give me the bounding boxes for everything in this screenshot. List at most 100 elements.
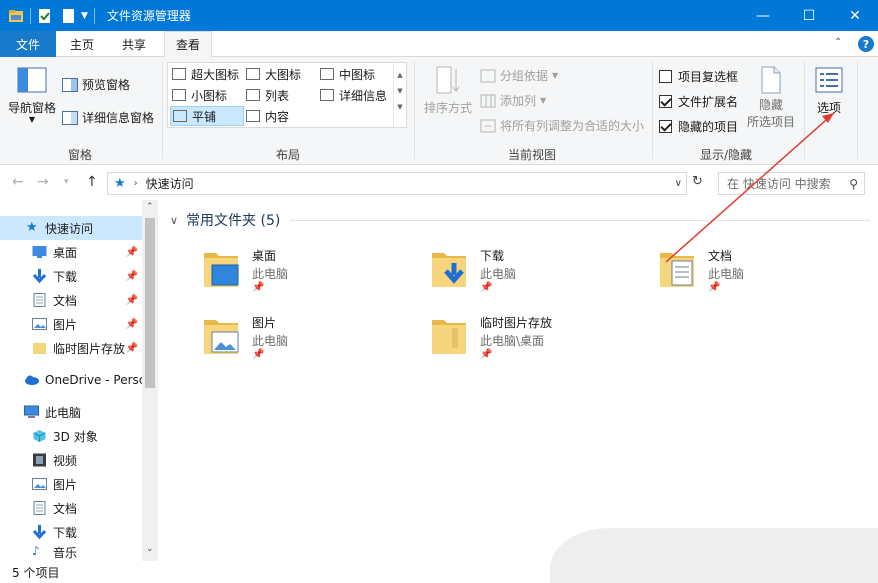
recent-locations-icon[interactable]: ▾ — [64, 177, 69, 187]
dropdown-arrow-icon: ▼ — [552, 71, 559, 80]
fit-columns-button[interactable]: 将所有列调整为合适的大小 — [480, 117, 644, 134]
nav-item-pc-downloads[interactable]: 下载 — [0, 520, 142, 544]
nav-item-temp-pictures[interactable]: 临时图片存放 📌 — [0, 336, 142, 360]
layout-medium-icons[interactable]: 中图标 — [320, 64, 375, 84]
back-arrow-icon[interactable]: ← — [12, 174, 24, 190]
nav-item-3d-objects[interactable]: 3D 对象 — [0, 424, 142, 448]
hide-selected-button[interactable]: 隐藏 所选项目 — [744, 65, 798, 135]
close-button[interactable]: ✕ — [832, 0, 878, 31]
nav-item-downloads[interactable]: 下载 📌 — [0, 264, 142, 288]
download-arrow-icon — [32, 525, 47, 539]
hide-selected-label-1: 隐藏 — [758, 98, 783, 112]
item-checkboxes-checkbox[interactable] — [659, 70, 672, 83]
nav-item-desktop[interactable]: 桌面 📌 — [0, 240, 142, 264]
separator — [414, 61, 415, 159]
item-checkboxes-toggle[interactable]: 项目复选框 — [659, 68, 738, 85]
folder-tile-temp-pictures[interactable]: 临时图片存放 此电脑\桌面 📌 — [430, 312, 650, 368]
chevron-down-icon[interactable]: ∨ — [170, 214, 178, 227]
file-extensions-toggle[interactable]: 文件扩展名 — [659, 93, 738, 110]
layout-large-icons[interactable]: 大图标 — [246, 64, 301, 84]
properties-icon[interactable] — [37, 8, 53, 24]
dropdown-arrow-icon: ▼ — [540, 96, 547, 105]
navigation-pane-scrollbar[interactable]: ⌃ ⌄ — [142, 200, 158, 561]
nav-item-quick-access[interactable]: ★ 快速访问 — [0, 216, 142, 240]
layout-tiles[interactable]: 平铺 — [170, 106, 244, 126]
tab-home[interactable]: 主页 — [58, 31, 106, 57]
sort-by-button[interactable]: 排序方式 — [420, 65, 476, 135]
download-arrow-icon — [32, 269, 47, 283]
maximize-button[interactable]: ☐ — [786, 0, 832, 31]
scrollbar-thumb[interactable] — [145, 218, 155, 388]
nav-item-videos[interactable]: 视频 — [0, 448, 142, 472]
scroll-down-icon[interactable]: ⌄ — [146, 544, 154, 554]
nav-pane-label: 导航窗格 — [7, 101, 56, 115]
hidden-items-checkbox[interactable] — [659, 120, 672, 133]
address-dropdown-icon[interactable]: ∨ — [675, 178, 682, 189]
nav-item-documents[interactable]: 文档 📌 — [0, 288, 142, 312]
pin-icon: 📌 — [708, 282, 721, 293]
scroll-up-icon[interactable]: ⌃ — [146, 202, 154, 212]
help-icon[interactable]: ? — [858, 36, 874, 52]
nav-item-pc-pictures[interactable]: 图片 — [0, 472, 142, 496]
layout-details[interactable]: 详细信息 — [320, 85, 387, 105]
nav-label: 此电脑 — [45, 405, 82, 420]
file-extensions-checkbox[interactable] — [659, 95, 672, 108]
layout-content[interactable]: 内容 — [246, 106, 289, 126]
tab-share[interactable]: 共享 — [110, 31, 158, 57]
file-list: ∨ 常用文件夹 (5) 桌面 此电脑 📌 下载 此电脑 📌 文档 此电脑 📌 图… — [160, 200, 878, 561]
layout-label: 小图标 — [191, 88, 228, 103]
nav-label: 图片 — [53, 317, 78, 332]
nav-label: 视频 — [53, 453, 78, 468]
cube-3d-icon — [33, 430, 46, 442]
minimize-button[interactable]: — — [740, 0, 786, 31]
folder-app-icon — [9, 9, 23, 22]
up-arrow-icon[interactable]: ↑ — [86, 174, 98, 190]
content-icon — [246, 110, 260, 122]
picture-icon — [32, 318, 47, 330]
separator — [30, 7, 31, 24]
frequent-folders-group-header[interactable]: ∨ 常用文件夹 (5) — [170, 210, 280, 230]
folder-icon — [33, 343, 46, 354]
refresh-icon[interactable]: ↻ — [692, 174, 703, 189]
pin-icon: 📌 — [125, 342, 138, 354]
hidden-items-label: 隐藏的项目 — [678, 120, 739, 134]
group-by-button[interactable]: 分组依据 ▼ — [480, 67, 558, 84]
nav-item-this-pc[interactable]: 此电脑 — [0, 400, 142, 424]
collapse-ribbon-icon[interactable]: ⌃ — [834, 37, 842, 48]
layout-list[interactable]: 列表 — [246, 85, 289, 105]
add-columns-button[interactable]: 添加列 ▼ — [480, 92, 546, 109]
cloud-icon — [25, 375, 39, 385]
search-icon[interactable]: ⚲ — [849, 177, 858, 191]
folder-tile-pictures[interactable]: 图片 此电脑 📌 — [202, 312, 422, 368]
layout-gallery-scrollbar[interactable]: ▲ ▼ ▼ — [393, 63, 406, 127]
search-input[interactable]: 在 快速访问 中搜索 ⚲ — [718, 172, 865, 195]
folder-tile-downloads[interactable]: 下载 此电脑 📌 — [430, 245, 650, 301]
nav-item-pc-documents[interactable]: 文档 — [0, 496, 142, 520]
breadcrumb-quick-access[interactable]: 快速访问 — [146, 175, 194, 192]
gallery-expand-icon[interactable]: ▼ — [394, 103, 406, 111]
layout-small-icons[interactable]: 小图标 — [172, 85, 227, 105]
nav-item-music[interactable]: ♪ 音乐 — [0, 544, 142, 561]
hidden-items-toggle[interactable]: 隐藏的项目 — [659, 118, 738, 135]
tab-view[interactable]: 查看 — [164, 31, 212, 58]
scroll-down-icon[interactable]: ▼ — [394, 87, 406, 95]
layout-extra-large-icons[interactable]: 超大图标 — [172, 64, 239, 84]
group-divider — [290, 220, 870, 221]
new-folder-icon[interactable] — [61, 8, 77, 24]
folder-tile-desktop[interactable]: 桌面 此电脑 📌 — [202, 245, 422, 301]
folder-name: 文档 — [708, 249, 733, 263]
nav-item-onedrive[interactable]: OneDrive - Persc — [0, 368, 142, 392]
options-button[interactable]: 选项 — [808, 65, 850, 135]
nav-item-pictures[interactable]: 图片 📌 — [0, 312, 142, 336]
hide-selected-label-2: 所选项目 — [746, 115, 795, 129]
forward-arrow-icon[interactable]: → — [37, 174, 49, 190]
details-pane-button[interactable]: 详细信息窗格 — [62, 109, 154, 126]
address-bar[interactable]: ★ › 快速访问 ∨ — [107, 172, 687, 195]
customize-quick-access-icon[interactable]: ▼ — [81, 11, 88, 21]
tab-file[interactable]: 文件 — [0, 31, 56, 57]
nav-pane-button[interactable]: 导航窗格 ▼ — [5, 65, 59, 135]
folder-tile-documents[interactable]: 文档 此电脑 📌 — [658, 245, 878, 301]
scroll-up-icon[interactable]: ▲ — [394, 71, 406, 79]
preview-pane-button[interactable]: 预览窗格 — [62, 76, 130, 93]
folder-name: 下载 — [480, 249, 505, 263]
